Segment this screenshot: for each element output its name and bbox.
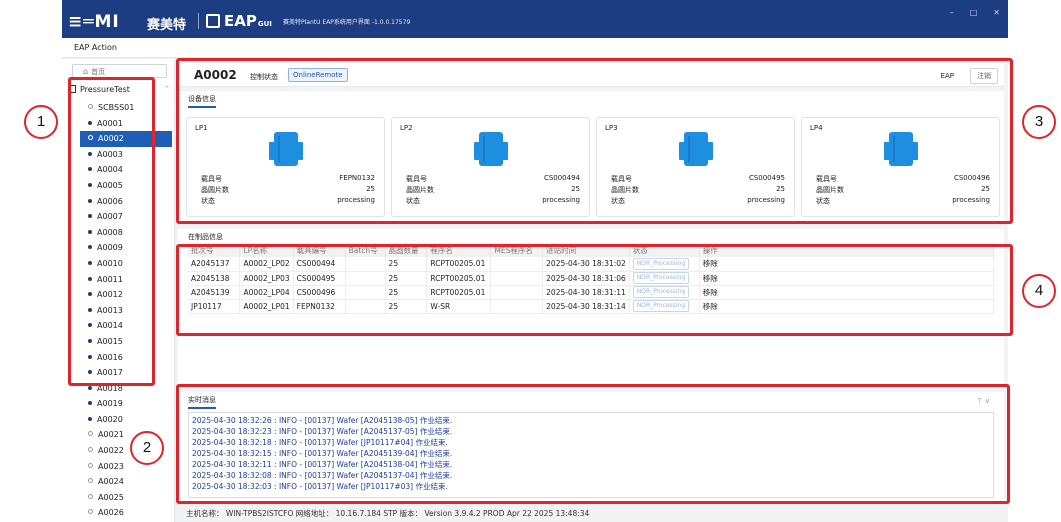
status-dot-icon <box>88 416 92 421</box>
status-dot-icon <box>88 478 93 484</box>
tree-item-label: A0020 <box>97 414 123 424</box>
logo-divider <box>198 13 199 29</box>
home-button[interactable]: ⌂ 首页 <box>72 64 167 78</box>
status-dot-icon <box>88 493 93 499</box>
tree-item-a0024[interactable]: A0024 <box>80 474 172 490</box>
status-dot-icon <box>88 462 93 468</box>
annotation-box-3 <box>176 58 1013 224</box>
maximize-button[interactable]: □ <box>970 8 978 17</box>
app-subtitle: 赛美特PlantU EAP系统用户界面 -1.0.0.17579 <box>283 19 411 26</box>
annotation-box-2 <box>176 384 1010 504</box>
tree-item-label: A0025 <box>98 492 124 502</box>
eap-logo-text: EAP <box>224 12 257 30</box>
home-icon: ⌂ <box>83 67 89 76</box>
tree-item-label: A0024 <box>98 477 124 487</box>
semi-logo: ≡═MI <box>68 12 120 32</box>
tree-item-label: A0023 <box>98 461 124 471</box>
eap-gui-logo: EAPGUI <box>206 12 272 30</box>
title-bar: ≡═MI 赛美特 EAPGUI 赛美特PlantU EAP系统用户界面 -1.0… <box>62 0 1008 38</box>
menu-bar: EAP Action <box>62 38 1008 58</box>
brand-name: 赛美特 <box>147 18 187 33</box>
status-dot-icon <box>88 447 93 453</box>
tree-item-a0023[interactable]: A0023 <box>80 459 172 475</box>
close-button[interactable]: ✕ <box>993 8 1000 17</box>
tree-item-a0019[interactable]: A0019 <box>80 396 172 412</box>
annotation-number-4: 4 <box>1022 274 1056 308</box>
tree-item-a0026[interactable]: A0026 <box>80 505 172 521</box>
collapse-icon[interactable]: ⌃ <box>164 85 170 93</box>
gui-logo-text: GUI <box>257 20 272 28</box>
tree-item-a0025[interactable]: A0025 <box>80 490 172 506</box>
tree-item-label: A0019 <box>97 399 123 409</box>
minimize-button[interactable]: – <box>950 8 954 17</box>
status-dot-icon <box>88 385 92 390</box>
menu-eap-action[interactable]: EAP Action <box>74 43 117 52</box>
status-dot-icon <box>88 431 93 437</box>
status-dot-icon <box>88 509 93 515</box>
eap-logo-icon <box>206 14 220 28</box>
annotation-number-2: 2 <box>130 431 164 465</box>
tree-item-label: A0022 <box>98 446 124 456</box>
tree-item-label: A0021 <box>98 430 124 440</box>
annotation-number-1: 1 <box>24 105 58 139</box>
tree-item-label: A0026 <box>98 508 124 518</box>
status-bar: 主机名称： WIN-TPBS2ISTCFO 网络地址： 10.16.7.184 … <box>186 509 590 518</box>
annotation-number-3: 3 <box>1022 105 1056 139</box>
window-controls: – □ ✕ <box>950 8 1000 17</box>
annotation-box-4 <box>176 244 1013 336</box>
home-label: 首页 <box>91 68 106 76</box>
tree-item-a0020[interactable]: A0020 <box>80 412 172 428</box>
status-dot-icon <box>88 401 92 406</box>
annotation-box-1 <box>68 77 155 386</box>
